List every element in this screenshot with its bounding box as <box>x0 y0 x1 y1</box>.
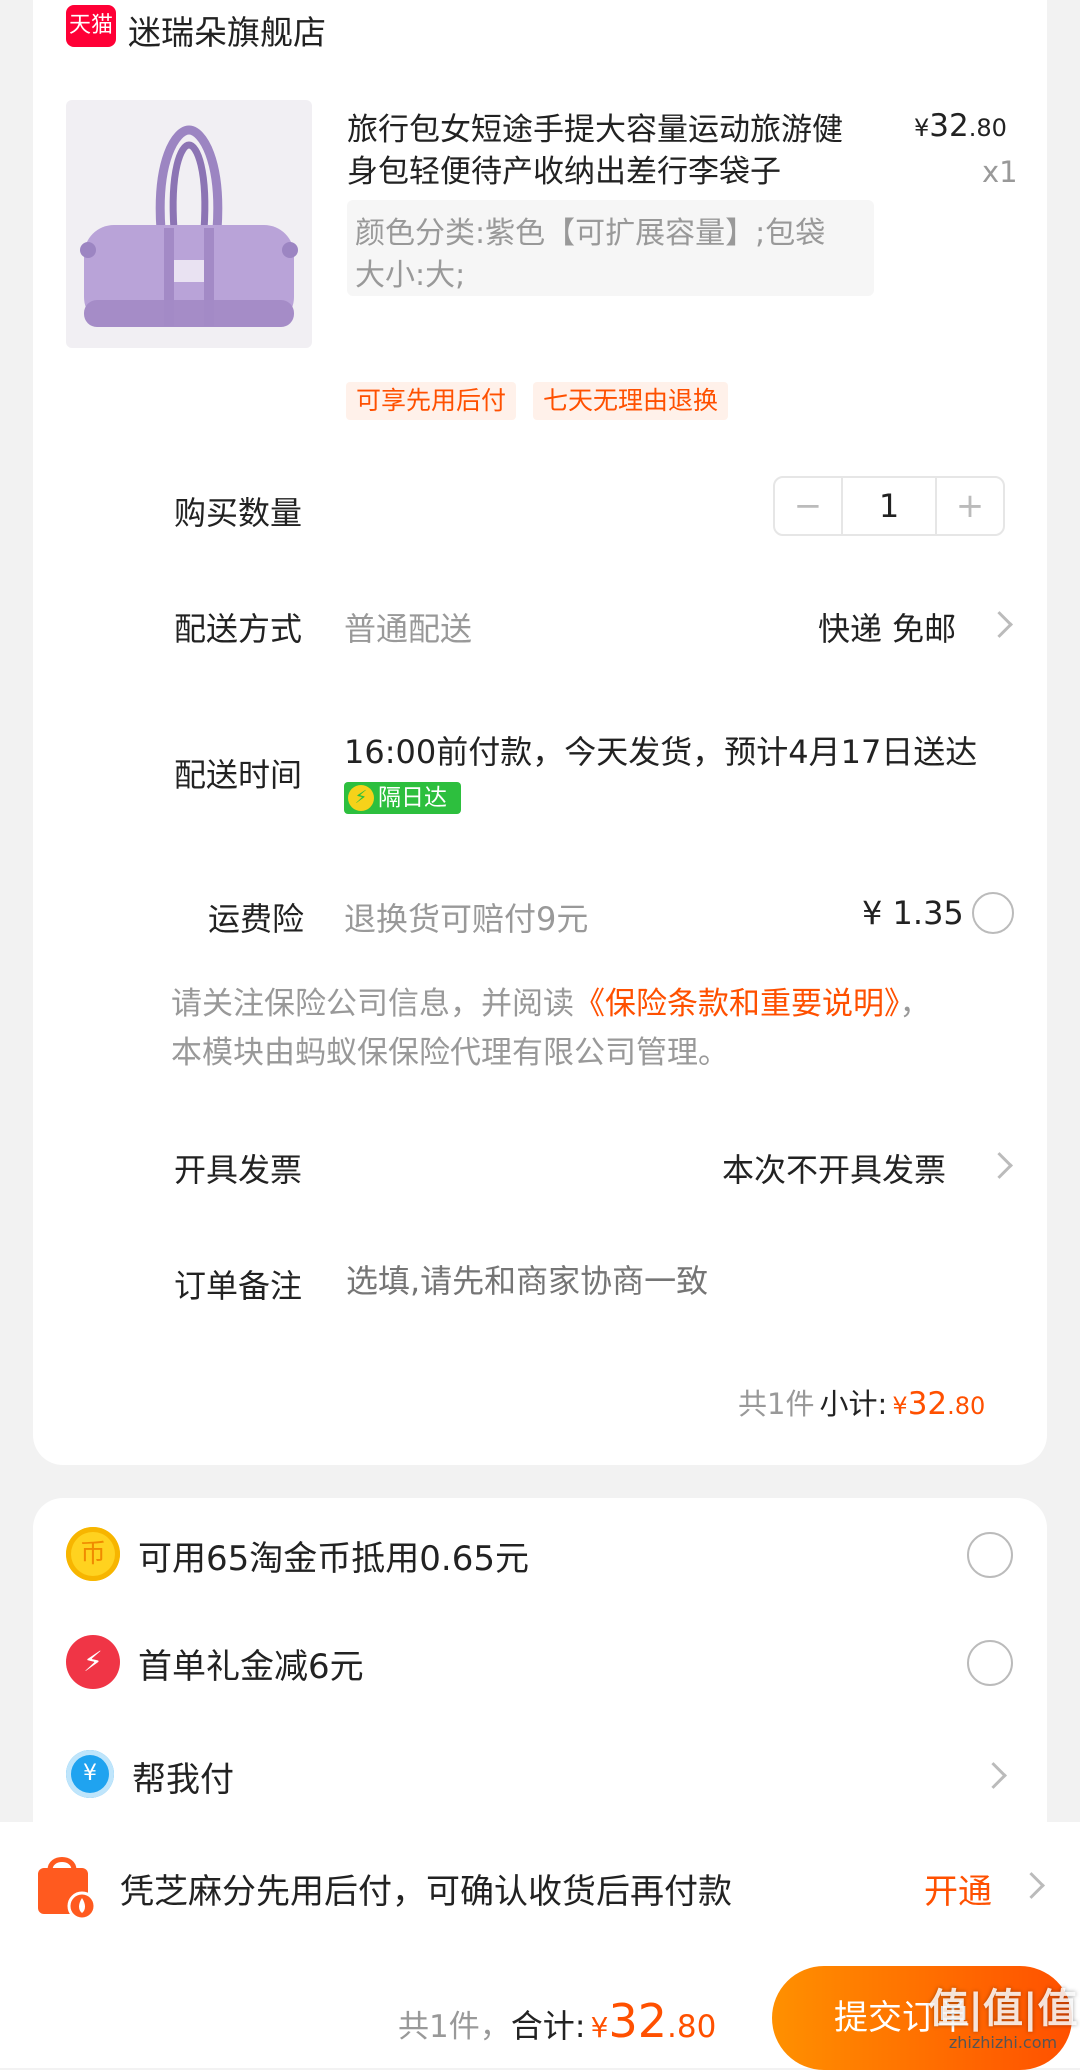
insurance-notice: 请关注保险公司信息，并阅读《保险条款和重要说明》， <box>171 978 931 1023</box>
subtotal: 共1件 小计: ¥32.80 <box>738 1381 985 1423</box>
insurance-terms-link[interactable]: 《保险条款和重要说明》 <box>574 986 900 1022</box>
insurance-notice-text: 请关注保险公司信息，并阅读 <box>171 986 574 1022</box>
sku-line1: 颜色分类:紫色【可扩展容量】;包袋 <box>355 216 826 251</box>
pay-for-me-text[interactable]: 帮我付 <box>132 1752 234 1801</box>
tmall-badge: 天猫 <box>66 5 116 47</box>
footer-total-label: 合计: <box>510 2007 586 2045</box>
insurance-notice-suffix: ， <box>899 986 931 1022</box>
gift-benefit-text: 首单礼金减6元 <box>138 1647 364 1687</box>
gold-coin-icon: 币 <box>66 1527 120 1581</box>
paylater-text: 凭芝麻分先用后付，可确认收货后再付款 <box>120 1872 732 1912</box>
subtotal-label: 小计: <box>819 1387 888 1421</box>
next-day-badge-text: 隔日达 <box>378 785 447 811</box>
insurance-price: ¥ 1.35 <box>862 894 964 932</box>
sku-box[interactable]: 颜色分类:紫色【可扩展容量】;包袋 大小:大; <box>347 200 874 296</box>
shopping-bag-icon <box>34 1850 97 1921</box>
footer-dec: .80 <box>667 2009 717 2045</box>
remark-input[interactable] <box>344 1252 988 1310</box>
shop-name[interactable]: 迷瑞朵旗舰店 <box>128 6 326 54</box>
price-symbol: ¥ <box>914 114 930 142</box>
footer-count: 共1件， <box>398 2009 511 2045</box>
product-image[interactable] <box>66 100 312 348</box>
minus-button[interactable]: − <box>775 478 841 534</box>
blue-yen-icon: ¥ <box>66 1750 114 1798</box>
price-int: 32 <box>929 108 969 144</box>
product-title-line2[interactable]: 身包轻便待产收纳出差行李袋子 <box>347 146 781 191</box>
insurance-notice-line2: 本模块由蚂蚁保保险代理有限公司管理。 <box>171 1035 729 1071</box>
delivery-label: 配送方式 <box>174 610 303 648</box>
lightning-icon: ⚡ <box>348 785 374 811</box>
product-price: ¥32.80 <box>914 108 1007 144</box>
quantity-stepper[interactable]: − 1 + <box>773 476 1005 536</box>
invoice-label: 开具发票 <box>174 1151 303 1189</box>
paylater-tag: 可享先用后付 <box>346 382 517 420</box>
subtotal-int: 32 <box>907 1386 948 1422</box>
watermark-sub: zhizhizhi.com <box>948 2033 1058 2052</box>
subtotal-dec: .80 <box>947 1392 986 1420</box>
footer-int: 32 <box>608 1994 667 2048</box>
plus-button[interactable]: + <box>937 478 1003 534</box>
delivery-method: 普通配送 <box>344 610 473 648</box>
subtotal-count: 共1件 <box>738 1387 815 1421</box>
watermark-main: 值|值|值 <box>928 1986 1078 2032</box>
gift-benefit-radio[interactable] <box>967 1640 1013 1686</box>
invoice-value[interactable]: 本次不开具发票 <box>722 1145 946 1191</box>
quantity-value[interactable]: 1 <box>841 478 937 534</box>
footer-total: 共1件，合计: ¥32.80 <box>398 1994 716 2048</box>
insurance-desc: 退换货可赔付9元 <box>344 900 589 938</box>
coin-benefit-radio[interactable] <box>967 1532 1013 1578</box>
quantity-label: 购买数量 <box>174 494 303 532</box>
coin-benefit-text: 可用65淘金币抵用0.65元 <box>138 1539 529 1579</box>
purple-travel-bag-icon <box>80 125 298 327</box>
next-day-badge: ⚡ 隔日达 <box>344 782 461 814</box>
return-tag: 七天无理由退换 <box>533 382 729 420</box>
delivery-value[interactable]: 快递 免邮 <box>818 604 956 650</box>
price-dec: .80 <box>968 114 1007 142</box>
product-qty: x1 <box>982 155 1018 189</box>
delivery-time-text: 16:00前付款，今天发货，预计4月17日送达 <box>344 733 978 771</box>
product-title-line1[interactable]: 旅行包女短途手提大容量运动旅游健 <box>347 104 843 149</box>
red-gift-icon: ⚡ <box>66 1635 120 1689</box>
insurance-radio[interactable] <box>972 892 1014 934</box>
sku-line2: 大小:大; <box>355 258 466 293</box>
footer-symbol: ¥ <box>590 2011 609 2044</box>
watermark: 值|值|值 zhizhizhi.com <box>928 1985 1078 2065</box>
delivery-time-label: 配送时间 <box>174 756 303 794</box>
remark-label: 订单备注 <box>174 1267 303 1305</box>
paylater-enable-button[interactable]: 开通 <box>924 1864 992 1913</box>
subtotal-symbol: ¥ <box>892 1392 908 1420</box>
insurance-label: 运费险 <box>208 900 305 938</box>
